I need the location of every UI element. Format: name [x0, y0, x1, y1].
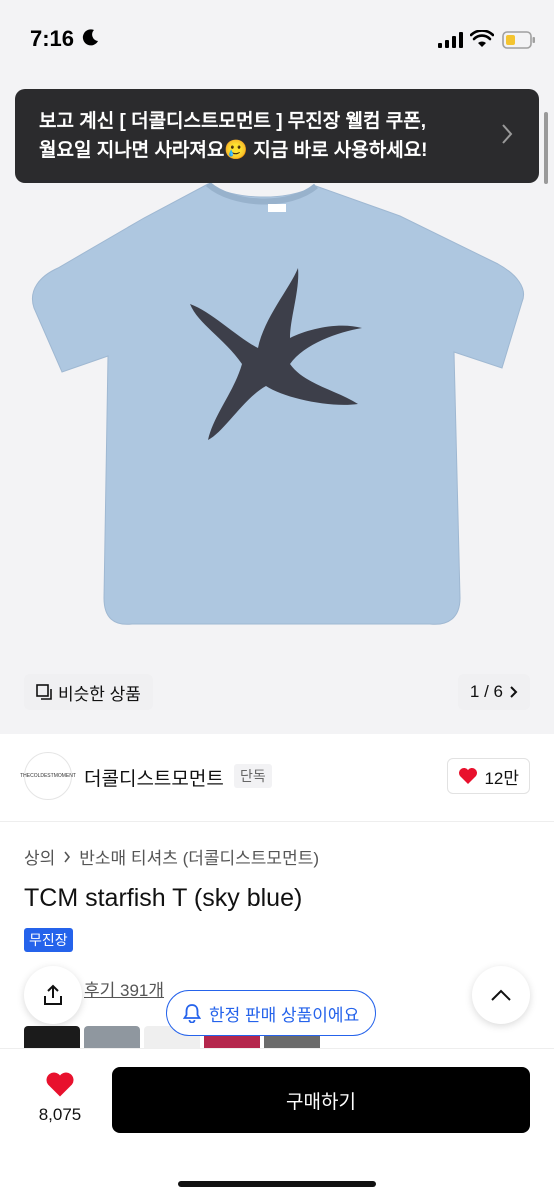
coupon-toast[interactable]: 보고 계신 [ 더콜디스트모먼트 ] 무진장 웰컴 쿠폰, 월요일 지나면 사라… [15, 89, 539, 183]
chevron-right-icon [502, 124, 513, 144]
chevron-up-icon [491, 989, 511, 1001]
status-bar: 7:16 [0, 0, 554, 80]
moon-icon [82, 29, 98, 46]
toast-line-2: 월요일 지나면 사라져요🥲 지금 바로 사용하세요! [39, 140, 428, 161]
status-time: 7:16 [30, 26, 75, 51]
share-icon [44, 984, 62, 1005]
limited-edition-pill[interactable]: 한정 판매 상품이에요 [166, 990, 377, 1036]
buy-button[interactable]: 구매하기 [112, 1067, 530, 1133]
heart-icon [46, 1072, 74, 1097]
breadcrumb: 상의 반소매 티셔츠 (더콜디스트모먼트) [24, 844, 319, 869]
scrollbar[interactable] [544, 112, 548, 184]
signal-icon [438, 32, 463, 48]
mujinjang-tag: 무진장 [24, 928, 73, 952]
similar-icon [36, 684, 52, 700]
breadcrumb-category[interactable]: 상의 [24, 844, 55, 869]
brand-name[interactable]: 더콜디스트모먼트 [84, 764, 224, 791]
wishlist-button[interactable]: 8,075 [30, 1071, 90, 1125]
review-thumbnail[interactable] [24, 1026, 80, 1048]
reviews-link[interactable]: 후기 391개 [84, 976, 164, 1001]
divider [0, 821, 554, 822]
brand-logo-text: THECOLDESTMOMENT [20, 773, 76, 779]
wishlist-count: 8,075 [38, 1105, 82, 1124]
review-thumbnail[interactable] [84, 1026, 140, 1048]
breadcrumb-subcategory[interactable]: 반소매 티셔츠 (더콜디스트모먼트) [79, 844, 319, 869]
exclusive-badge: 단독 [234, 764, 272, 788]
brand-like-button[interactable]: 12만 [447, 758, 530, 794]
chevron-right-icon [64, 851, 71, 862]
brand-like-count: 12만 [484, 768, 519, 788]
chevron-right-icon [510, 686, 518, 698]
bottom-bar: 8,075 구매하기 [0, 1048, 554, 1200]
image-counter-label: 1 / 6 [469, 682, 503, 701]
brand-logo[interactable]: THECOLDESTMOMENT [20, 752, 76, 800]
wifi-icon [470, 30, 494, 47]
product-title: TCM starfish T (sky blue) [24, 884, 303, 912]
battery-icon [502, 31, 535, 49]
product-image[interactable] [28, 178, 526, 634]
scroll-top-button[interactable] [472, 966, 530, 1024]
heart-icon [459, 768, 478, 784]
bell-icon [183, 1004, 201, 1023]
limited-edition-label: 한정 판매 상품이에요 [209, 1005, 360, 1025]
similar-products-label: 비슷한 상품 [58, 684, 141, 704]
brand-row: THECOLDESTMOMENT 더콜디스트모먼트 단독 12만 [0, 750, 554, 806]
image-counter[interactable]: 1 / 6 [457, 674, 530, 710]
toast-line-1: 보고 계신 [ 더콜디스트모먼트 ] 무진장 웰컴 쿠폰, [39, 111, 427, 132]
home-indicator [178, 1181, 376, 1187]
share-button[interactable] [24, 966, 82, 1024]
similar-products-button[interactable]: 비슷한 상품 [24, 674, 153, 710]
